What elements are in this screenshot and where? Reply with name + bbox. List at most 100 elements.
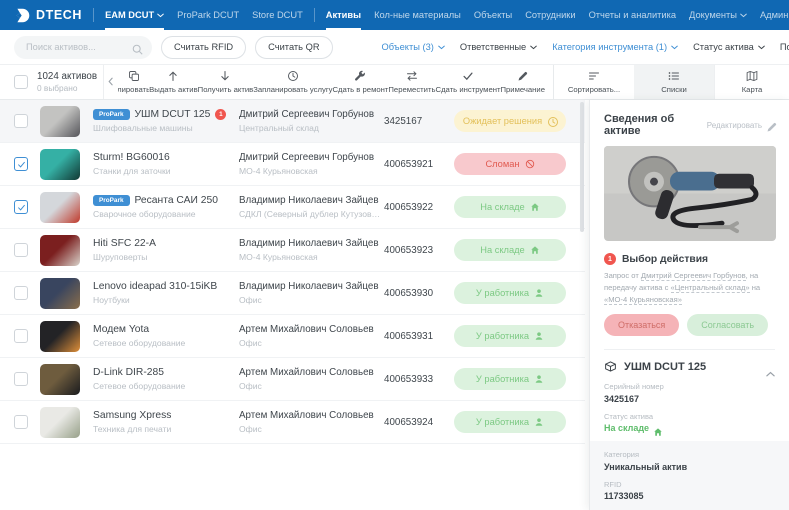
serial-number: 400653922 xyxy=(384,202,452,213)
asset-section-header[interactable]: УШМ DCUT 125 xyxy=(604,349,775,382)
row-checkbox[interactable] xyxy=(14,200,28,214)
row-checkbox[interactable] xyxy=(14,286,28,300)
table-row[interactable]: Hiti SFC 22-A Шуруповерты Владимир Никол… xyxy=(0,229,585,272)
copy-icon xyxy=(128,70,140,82)
action-title: Выбор действия xyxy=(622,254,708,265)
asset-alert-badge: 1 xyxy=(215,109,226,120)
scroll-left-button[interactable] xyxy=(104,65,116,99)
asset-thumbnail xyxy=(40,106,80,137)
bulk-action-button[interactable]: Сдать инструмент xyxy=(436,70,501,94)
search-box xyxy=(14,36,152,59)
view-switch-label: Списки xyxy=(661,85,687,94)
nav-item[interactable]: Кол-ные материалы xyxy=(374,0,461,30)
person-icon xyxy=(534,331,544,341)
filter-label: Подписка xyxy=(780,42,789,52)
filter-dropdown[interactable]: Объекты (3) xyxy=(382,42,445,52)
read-rfid-button[interactable]: Считать RFID xyxy=(161,36,246,59)
nav-item[interactable]: Активы xyxy=(326,0,361,30)
view-switch-tab[interactable]: Карта xyxy=(714,65,789,99)
workspace-tab[interactable]: Store DCUT xyxy=(252,0,303,30)
row-checkbox[interactable] xyxy=(14,329,28,343)
pencil-icon xyxy=(517,70,529,82)
from-location-link[interactable]: «Центральный склад» xyxy=(671,283,750,293)
serial-number: 400653924 xyxy=(384,417,452,428)
nav-item[interactable]: Отчеты и аналитика xyxy=(589,0,676,30)
status-badge: На складе xyxy=(454,196,566,218)
row-checkbox[interactable] xyxy=(14,114,28,128)
nav-item-label: Документы xyxy=(689,10,737,20)
table-row[interactable]: Sturm! BG60016 Станки для заточки Дмитри… xyxy=(0,143,585,186)
bulk-action-button[interactable]: Получить актив xyxy=(198,70,254,94)
filter-label: Статус актива xyxy=(693,42,754,52)
list-icon xyxy=(668,70,680,82)
approve-button[interactable]: Согласовать xyxy=(687,314,768,336)
decline-button[interactable]: Отказаться xyxy=(604,314,679,336)
main-nav: Активы Кол-ные материалы Объекты Сотрудн… xyxy=(326,0,789,30)
asset-name: D-Link DIR-285 xyxy=(93,367,164,378)
table-row[interactable]: Samsung Xpress Техника для печати Артем … xyxy=(0,401,585,444)
asset-location: Офис xyxy=(239,424,384,434)
row-checkbox[interactable] xyxy=(14,157,28,171)
nav-item[interactable]: Объекты xyxy=(474,0,512,30)
responsible-person: Артем Михайлович Соловьев xyxy=(239,367,384,378)
nav-item[interactable]: Документы xyxy=(689,0,747,30)
row-checkbox[interactable] xyxy=(14,243,28,257)
scrollbar-thumb[interactable] xyxy=(580,102,584,232)
sort-button[interactable]: Сортировать... xyxy=(554,65,634,99)
row-checkbox[interactable] xyxy=(14,415,28,429)
read-qr-button[interactable]: Считать QR xyxy=(255,36,332,59)
pencil-icon xyxy=(766,121,775,130)
table-row[interactable]: Модем Yota Сетевое оборудование Артем Ми… xyxy=(0,315,585,358)
table-row[interactable]: ProPark Ресанта САИ 250 Сварочное оборуд… xyxy=(0,186,585,229)
workspace-tab[interactable]: EAM DCUT xyxy=(105,0,164,30)
requester-link[interactable]: Дмитрий Сергеевич Горбунов xyxy=(641,271,746,281)
selection-summary: 1024 активов 0 выбрано xyxy=(0,65,104,99)
dtech-logo[interactable]: DTECH xyxy=(14,7,82,24)
home-icon xyxy=(530,245,540,255)
select-all-checkbox[interactable] xyxy=(14,75,28,89)
asset-name: Ресанта САИ 250 xyxy=(135,195,218,206)
workspace-tab[interactable]: ProPark DCUT xyxy=(177,0,239,30)
bulk-action-button[interactable]: Примечание xyxy=(501,70,546,94)
bulk-action-button[interactable]: лировать xyxy=(118,70,149,94)
view-switch-tab[interactable]: Списки xyxy=(634,65,714,99)
status-label: На складе xyxy=(480,202,524,212)
filter-dropdown[interactable]: Подписка xyxy=(780,42,789,52)
table-row[interactable]: D-Link DIR-285 Сетевое оборудование Арте… xyxy=(0,358,585,401)
map-icon xyxy=(746,70,758,82)
responsible-person: Дмитрий Сергеевич Горбунов xyxy=(239,109,384,120)
bulk-action-button[interactable]: Выдать актив xyxy=(149,70,198,94)
responsible-person: Артем Михайлович Соловьев xyxy=(239,410,384,421)
person-icon xyxy=(534,374,544,384)
asset-thumbnail xyxy=(40,149,80,180)
detail-field: Статус актива На складе xyxy=(604,412,775,434)
row-checkbox[interactable] xyxy=(14,372,28,386)
person-icon xyxy=(534,417,544,427)
status-badge: У работника xyxy=(454,411,566,433)
chevron-up-icon[interactable] xyxy=(766,364,775,370)
filter-dropdown[interactable]: Категория инструмента (1) xyxy=(552,42,678,52)
chevron-down-icon xyxy=(758,45,765,50)
filter-dropdown[interactable]: Статус актива xyxy=(693,42,765,52)
workspace-tab-label: ProPark DCUT xyxy=(177,10,239,20)
edit-button[interactable]: Редактировать xyxy=(707,121,775,130)
bulk-action-button[interactable]: Переместить xyxy=(388,70,435,94)
bulk-action-button[interactable]: Сдать в ремонт xyxy=(333,70,389,94)
home-icon xyxy=(653,424,662,433)
bulk-action-button[interactable]: Запланировать услугу xyxy=(253,70,332,94)
nav-item[interactable]: Администрирование xyxy=(760,0,789,30)
nav-item[interactable]: Сотрудники xyxy=(525,0,575,30)
bulk-toolbar: 1024 активов 0 выбрано лировать Выдать а… xyxy=(0,65,789,100)
detail-field: Серийный номер 3425167 xyxy=(604,382,775,404)
propark-badge: ProPark xyxy=(93,109,130,120)
workspace-tab-label: Store DCUT xyxy=(252,10,303,20)
to-location-link[interactable]: «МО-4 Курьяновская» xyxy=(604,295,682,305)
table-row[interactable]: ProPark УШМ DCUT 125 1 Шлифовальные маши… xyxy=(0,100,585,143)
table-row[interactable]: Lenovo ideapad 310-15iKB Ноутбуки Владим… xyxy=(0,272,585,315)
chevron-down-icon xyxy=(740,13,747,18)
details-panel: Сведения об активе Редактировать 1 Выбор… xyxy=(589,100,789,510)
action-request-block: 1 Выбор действия Запрос от Дмитрий Серге… xyxy=(604,253,775,336)
status-badge: У работника xyxy=(454,325,566,347)
filter-dropdown[interactable]: Ответственные xyxy=(460,42,537,52)
top-header: DTECH EAM DCUT ProPark DCUT Store DCUT А… xyxy=(0,0,789,30)
